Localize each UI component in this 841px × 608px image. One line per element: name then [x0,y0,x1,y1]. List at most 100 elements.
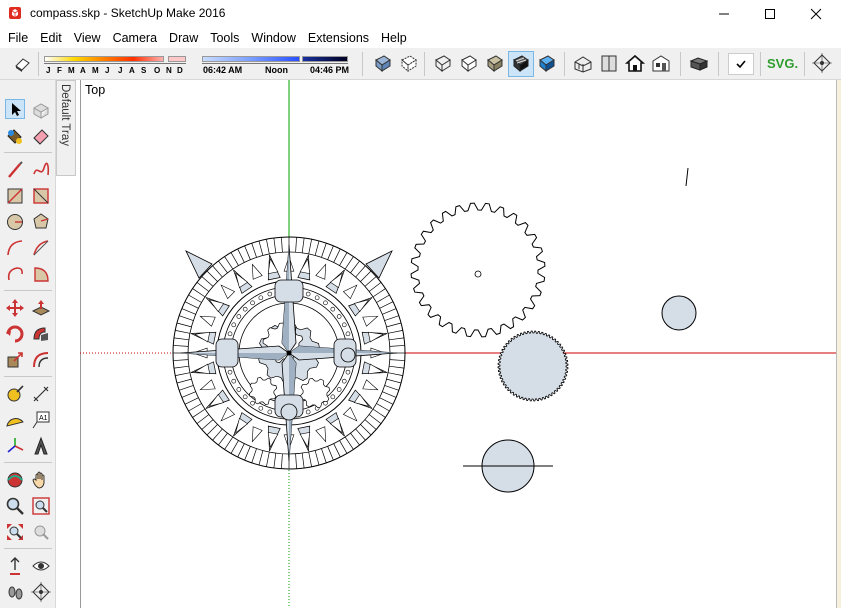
offset-tool-icon[interactable] [31,350,51,370]
zoom-window-icon[interactable] [31,496,51,516]
monochrome-style-icon[interactable] [536,52,558,74]
shaded-style-icon[interactable] [484,52,506,74]
menu-help[interactable]: Help [375,28,413,48]
menu-camera[interactable]: Camera [107,28,163,48]
follow-me-tool-icon[interactable] [31,324,51,344]
menu-file[interactable]: File [2,28,34,48]
time-end-label: 04:46 PM [310,65,350,75]
checkmark-icon [736,60,746,69]
month-label: J [46,66,51,75]
month-slider[interactable] [44,56,164,62]
hidden-line-style-icon[interactable] [458,52,480,74]
zoom-extents-icon[interactable] [5,522,25,542]
iso-view-icon[interactable] [572,52,594,74]
position-camera-tool-icon[interactable] [5,556,25,576]
time-slider-end[interactable] [302,56,348,62]
model-canvas[interactable] [80,80,836,608]
xray-style-icon[interactable] [372,52,394,74]
month-label: J [105,66,110,75]
month-label: J [118,66,123,75]
top-view-icon[interactable] [598,52,620,74]
menu-window[interactable]: Window [245,28,301,48]
select-tool[interactable] [5,99,25,119]
eraser-toolbar-icon[interactable] [12,52,34,74]
polygon-tool-icon[interactable] [31,212,51,232]
3d-text-icon[interactable] [31,436,51,456]
pie-tool-icon[interactable] [31,264,51,284]
minimize-button[interactable] [701,0,747,28]
close-button[interactable] [793,0,839,28]
toothed-disc [497,330,569,402]
right-panel-edge [836,80,841,608]
month-slider-end[interactable] [168,56,186,62]
back-edges-style-icon[interactable] [398,52,420,74]
month-label: A [129,66,135,75]
scale-tool-icon[interactable] [5,350,25,370]
rectangle-tool-icon[interactable] [5,186,25,206]
menu-tools[interactable]: Tools [204,28,245,48]
rotate-tool-icon[interactable] [5,324,25,344]
window-title: compass.skp - SketchUp Make 2016 [30,6,226,20]
eraser-icon[interactable] [31,126,51,146]
compass-model [172,236,406,470]
maximize-button[interactable] [747,0,793,28]
right-view-icon[interactable] [650,52,672,74]
maximize-icon [765,9,775,19]
month-label: M [92,66,99,75]
dimension-tool-icon[interactable] [31,384,51,404]
make-component-icon[interactable] [31,100,51,120]
shaded-textures-style-icon[interactable] [510,52,532,74]
two-point-arc-icon[interactable] [31,238,51,258]
push-pull-tool-icon[interactable] [31,298,51,318]
small-disc [661,295,697,331]
wireframe-style-icon[interactable] [432,52,454,74]
components-icon[interactable] [688,52,710,74]
rotated-rectangle-tool-icon[interactable] [31,186,51,206]
line-tool-icon[interactable] [5,160,25,180]
svg-export-button[interactable]: SVG. [767,56,798,71]
menu-edit[interactable]: Edit [34,28,68,48]
month-label: D [177,66,183,75]
front-view-icon[interactable] [624,52,646,74]
zoom-tool-icon[interactable] [5,496,25,516]
position-camera-icon[interactable] [811,52,833,74]
svg-text:A1: A1 [39,415,48,422]
look-around-icon[interactable] [31,556,51,576]
tape-measure-icon[interactable] [5,384,25,404]
section-plane-icon[interactable] [31,582,51,602]
menu-draw[interactable]: Draw [163,28,204,48]
circle-tool-icon[interactable] [5,212,25,232]
move-tool-icon[interactable] [5,298,25,318]
freehand-tool-icon[interactable] [31,160,51,180]
protractor-icon[interactable] [5,410,25,430]
toolbar [0,48,841,80]
time-slider[interactable] [202,56,300,62]
menu-extensions[interactable]: Extensions [302,28,375,48]
text-tool-icon[interactable]: A1 [31,410,51,430]
three-point-arc-icon[interactable] [5,264,25,284]
paint-bucket-icon[interactable] [5,126,25,146]
month-label: A [80,66,86,75]
gear-outline [410,202,546,338]
time-noon-label: Noon [265,65,288,75]
previous-view-icon[interactable] [31,522,51,542]
month-label: F [57,66,62,75]
time-start-label: 06:42 AM [203,65,243,75]
pan-tool-icon[interactable] [31,470,51,490]
month-label: M [68,66,75,75]
axes-tool-icon[interactable] [5,436,25,456]
menu-bar: File Edit View Camera Draw Tools Window … [0,28,841,48]
default-tray-label[interactable]: Default Tray [59,84,71,146]
arc-tool-icon[interactable] [5,238,25,258]
walk-tool-icon[interactable] [5,582,25,602]
close-icon [810,8,822,20]
orbit-tool-icon[interactable] [5,470,25,490]
sketchup-logo-icon [9,7,21,19]
month-label: O [154,66,161,75]
title-bar: compass.skp - SketchUp Make 2016 [0,0,841,28]
arrow-cursor-icon [12,103,21,116]
menu-view[interactable]: View [68,28,107,48]
month-label: S [141,66,147,75]
checkbox-button[interactable] [728,53,754,75]
stray-edge [685,167,689,187]
